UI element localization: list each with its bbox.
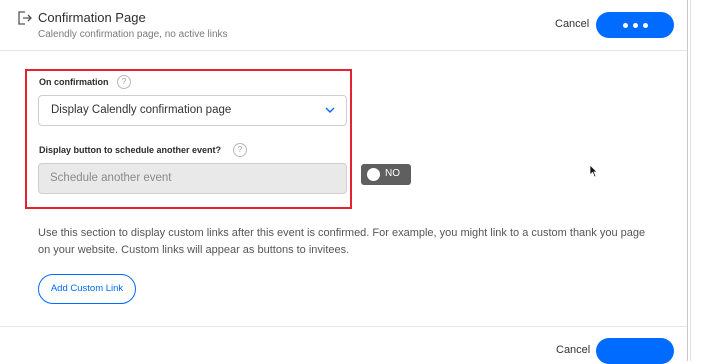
- on-confirmation-label: On confirmation: [39, 77, 109, 87]
- input-value: Schedule another event: [50, 172, 172, 184]
- more-dot: [622, 22, 628, 28]
- description-text: on your website. Custom links will appea…: [38, 244, 350, 256]
- more-dot: [642, 22, 648, 28]
- toggle-knob: [367, 168, 380, 181]
- mouse-pointer-icon: [589, 164, 598, 178]
- more-options-button[interactable]: [596, 12, 674, 38]
- exit-arrow-icon: [18, 11, 32, 25]
- footer-divider: [0, 326, 687, 327]
- primary-button-footer[interactable]: [596, 338, 674, 364]
- description-text: Use this section to display custom links…: [38, 227, 646, 239]
- select-value: Display Calendly confirmation page: [51, 104, 232, 116]
- schedule-another-toggle[interactable]: NO: [361, 164, 411, 185]
- page-title: Confirmation Page: [38, 10, 146, 25]
- toggle-label: NO: [385, 168, 400, 179]
- chevron-down-icon: [325, 107, 335, 113]
- more-dot: [632, 22, 638, 28]
- cancel-button-footer[interactable]: Cancel: [556, 344, 590, 356]
- page-subtitle: Calendly confirmation page, no active li…: [38, 29, 228, 40]
- window-edge: [687, 0, 688, 361]
- question-mark-icon[interactable]: ?: [233, 143, 247, 157]
- schedule-another-label: Display button to schedule another event…: [39, 145, 222, 155]
- add-custom-link-button[interactable]: Add Custom Link: [38, 274, 136, 304]
- window-edge-shadow: [690, 0, 691, 361]
- question-mark-icon[interactable]: ?: [117, 75, 131, 89]
- cancel-button[interactable]: Cancel: [555, 18, 589, 30]
- schedule-button-text-input[interactable]: Schedule another event: [38, 163, 347, 194]
- page-header: Confirmation Page Calendly confirmation …: [0, 0, 687, 51]
- on-confirmation-select[interactable]: Display Calendly confirmation page: [38, 95, 347, 126]
